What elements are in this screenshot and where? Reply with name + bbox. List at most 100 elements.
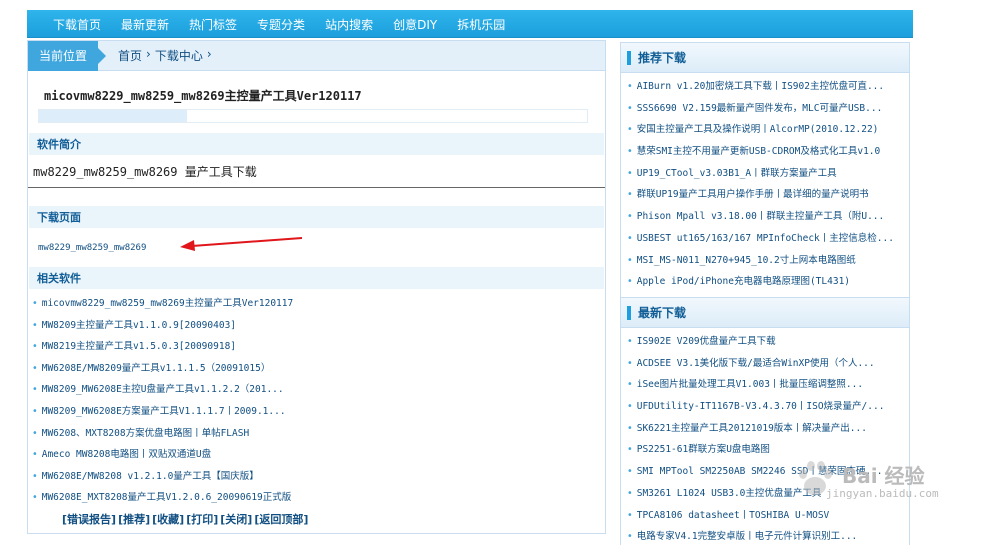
- list-item[interactable]: • micovmw8229_mw8259_mw8269主控量产工具Ver12011…: [32, 293, 293, 315]
- list-item[interactable]: • MW8219主控量产工具v1.5.0.3[20090918]: [32, 336, 293, 358]
- error-report-link[interactable]: [错误报告]: [62, 511, 116, 527]
- bullet-icon: •: [627, 102, 633, 114]
- list-item[interactable]: • 群联UP19量产工具用户操作手册丨最详细的量产说明书: [627, 184, 909, 206]
- close-link[interactable]: [关闭]: [220, 511, 252, 527]
- list-item-label[interactable]: MW8219主控量产工具v1.5.0.3[20090918]: [42, 341, 236, 352]
- bullet-icon: •: [627, 232, 633, 244]
- list-item-label[interactable]: UFDUtility-IT1167B-V3.4.3.70丨ISO烧录量产/...: [637, 401, 885, 412]
- nav-item-download-home[interactable]: 下载首页: [53, 16, 101, 33]
- list-item[interactable]: • TPCA8106 datasheet丨TOSHIBA U-MOSV: [627, 505, 909, 527]
- breadcrumb-home-link[interactable]: 首页: [118, 47, 142, 64]
- list-item-label[interactable]: IS902E V209优盘量产工具下载: [637, 336, 776, 347]
- list-item[interactable]: • Apple iPod/iPhone充电器电路原理图(TL431): [627, 271, 909, 293]
- list-item-label[interactable]: MW6208E/MW8208 v1.2.1.0量产工具【国庆版】: [42, 471, 259, 482]
- nav-item-latest-updates[interactable]: 最新更新: [121, 16, 169, 33]
- list-item-label[interactable]: 群联UP19量产工具用户操作手册丨最详细的量产说明书: [637, 189, 869, 200]
- bullet-icon: •: [32, 405, 38, 417]
- list-item[interactable]: • iSee图片批量处理工具V1.003丨批量压缩调整照...: [627, 374, 909, 396]
- recommended-heading-bar: 推荐下载: [621, 43, 909, 73]
- list-item[interactable]: • SK6221主控量产工具20121019版本丨解决量产出...: [627, 418, 909, 440]
- list-item-label[interactable]: MW8209主控量产工具v1.1.0.9[20090403]: [42, 320, 236, 331]
- list-item-label[interactable]: AIBurn v1.20加密烧工具下载丨IS902主控优盘可直...: [637, 81, 884, 92]
- list-item-label[interactable]: MW6208E/MW8209量产工具v1.1.1.5（20091015）: [42, 363, 271, 374]
- bullet-icon: •: [627, 444, 633, 456]
- list-item[interactable]: • 电路专家V4.1完整安卓版丨电子元件计算识别工...: [627, 526, 909, 545]
- list-item[interactable]: • AIBurn v1.20加密烧工具下载丨IS902主控优盘可直...: [627, 76, 909, 98]
- list-item[interactable]: • MSI_MS-N011_N270+945_10.2寸上网本电路图纸: [627, 250, 909, 272]
- list-item-label[interactable]: TPCA8106 datasheet丨TOSHIBA U-MOSV: [637, 510, 830, 521]
- bullet-icon: •: [32, 427, 38, 439]
- list-item-label[interactable]: MW6208、MXT8208方案优盘电路图丨单帖FLASH: [42, 428, 249, 439]
- nav-item-topic-categories[interactable]: 专题分类: [257, 16, 305, 33]
- bullet-icon: •: [627, 124, 633, 136]
- bullet-icon: •: [627, 531, 633, 543]
- list-item[interactable]: • MW6208E/MW8209量产工具v1.1.1.5（20091015）: [32, 358, 293, 380]
- list-item[interactable]: • MW6208、MXT8208方案优盘电路图丨单帖FLASH: [32, 423, 293, 445]
- list-item-label[interactable]: Phison Mpall v3.18.00丨群联主控量产工具（附U...: [637, 211, 885, 222]
- bullet-icon: •: [627, 379, 633, 391]
- list-item-label[interactable]: MW6208E_MXT8208量产工具V1.2.0.6_20090619正式版: [42, 492, 292, 503]
- list-item[interactable]: • 慧荣SMI主控不用量产更新USB-CDROM及格式化工具v1.0: [627, 141, 909, 163]
- red-arrow-annotation: [180, 237, 303, 251]
- recommend-link[interactable]: [推荐]: [118, 511, 150, 527]
- latest-heading: 最新下载: [638, 306, 687, 320]
- list-item[interactable]: • MW6208E/MW8208 v1.2.1.0量产工具【国庆版】: [32, 466, 293, 488]
- list-item-label[interactable]: micovmw8229_mw8259_mw8269主控量产工具Ver120117: [42, 298, 293, 309]
- back-to-top-link[interactable]: [返回顶部]: [254, 511, 308, 527]
- bullet-icon: •: [627, 146, 633, 158]
- list-item-label[interactable]: MSI_MS-N011_N270+945_10.2寸上网本电路图纸: [637, 255, 856, 266]
- list-item[interactable]: • UFDUtility-IT1167B-V3.4.3.70丨ISO烧录量产/..…: [627, 396, 909, 418]
- list-item[interactable]: • MW8209_MW6208E方案量产工具V1.1.1.7丨2009.1...: [32, 401, 293, 423]
- list-item[interactable]: • MW8209主控量产工具v1.1.0.9[20090403]: [32, 315, 293, 337]
- list-item[interactable]: • UP19_CTool_v3.03B1_A丨群联方案量产工具: [627, 163, 909, 185]
- bullet-icon: •: [627, 81, 633, 92]
- top-nav-bar: 下载首页 最新更新 热门标签 专题分类 站内搜索 创意DIY 拆机乐园: [27, 10, 913, 38]
- breadcrumb-download-center-link[interactable]: 下载中心: [155, 47, 203, 64]
- list-item-label[interactable]: USBEST ut165/163/167 MPInfoCheck丨主控信息检..…: [637, 233, 894, 244]
- list-item[interactable]: • ACDSEE V3.1美化版下载/最适合WinXP使用（个人...: [627, 353, 909, 375]
- list-item[interactable]: • MW6208E_MXT8208量产工具V1.2.0.6_20090619正式版: [32, 487, 293, 509]
- heading-marker-icon: [627, 50, 631, 65]
- print-link[interactable]: [打印]: [186, 511, 218, 527]
- list-item-label[interactable]: iSee图片批量处理工具V1.003丨批量压缩调整照...: [637, 379, 863, 390]
- nav-item-hot-tags[interactable]: 热门标签: [189, 16, 237, 33]
- bullet-icon: •: [627, 189, 633, 201]
- list-item[interactable]: • MW8209_MW6208E主控U盘量产工具v1.1.2.2（201...: [32, 379, 293, 401]
- list-item[interactable]: • 安国主控量产工具及操作说明丨AlcorMP(2010.12.22): [627, 119, 909, 141]
- list-item[interactable]: • Phison Mpall v3.18.00丨群联主控量产工具（附U...: [627, 206, 909, 228]
- latest-list: • IS902E V209优盘量产工具下载 • ACDSEE V3.1美化版下载/最…: [621, 328, 909, 545]
- nav-item-creative-diy[interactable]: 创意DIY: [393, 16, 437, 33]
- nav-item-teardown[interactable]: 拆机乐园: [457, 16, 505, 33]
- bullet-icon: •: [627, 336, 633, 347]
- list-item-label[interactable]: MW8209_MW6208E主控U盘量产工具v1.1.2.2（201...: [42, 384, 284, 395]
- favorite-link[interactable]: [收藏]: [152, 511, 184, 527]
- list-item-label[interactable]: 电路专家V4.1完整安卓版丨电子元件计算识别工...: [637, 531, 858, 542]
- bullet-icon: •: [627, 422, 633, 434]
- bullet-icon: •: [32, 470, 38, 482]
- breadcrumb-bar: 当前位置 首页 › 下载中心 ›: [28, 40, 605, 71]
- location-label: 当前位置: [28, 40, 106, 71]
- list-item[interactable]: • IS902E V209优盘量产工具下载: [627, 331, 909, 353]
- list-item[interactable]: • USBEST ut165/163/167 MPInfoCheck丨主控信息检.…: [627, 228, 909, 250]
- download-link[interactable]: mw8229_mw8259_mw8269: [38, 243, 146, 253]
- list-item-label[interactable]: SK6221主控量产工具20121019版本丨解决量产出...: [637, 423, 867, 434]
- list-item-label[interactable]: 安国主控量产工具及操作说明丨AlcorMP(2010.12.22): [637, 124, 879, 135]
- rating-bar: [38, 109, 588, 123]
- list-item[interactable]: • PS2251-61群联方案U盘电路图: [627, 439, 909, 461]
- list-item[interactable]: • SSS6690 V2.159最新量产固件发布，MLC可量产USB...: [627, 98, 909, 120]
- list-item-label[interactable]: MW8209_MW6208E方案量产工具V1.1.1.7丨2009.1...: [42, 406, 286, 417]
- list-item-label[interactable]: ACDSEE V3.1美化版下载/最适合WinXP使用（个人...: [637, 358, 875, 369]
- breadcrumb: 首页 › 下载中心 ›: [118, 47, 212, 64]
- bullet-icon: •: [627, 167, 633, 179]
- list-item-label[interactable]: SSS6690 V2.159最新量产固件发布，MLC可量产USB...: [637, 103, 883, 114]
- rating-bar-fill: [39, 110, 187, 122]
- download-heading: 下载页面: [29, 206, 604, 228]
- nav-list: 下载首页 最新更新 热门标签 专题分类 站内搜索 创意DIY 拆机乐园: [27, 10, 913, 38]
- list-item-label[interactable]: PS2251-61群联方案U盘电路图: [637, 444, 770, 455]
- list-item[interactable]: • Ameco MW8208电路图丨双贴双通道U盘: [32, 444, 293, 466]
- list-item-label[interactable]: UP19_CTool_v3.03B1_A丨群联方案量产工具: [637, 168, 837, 179]
- list-item-label[interactable]: Ameco MW8208电路图丨双贴双通道U盘: [42, 449, 211, 460]
- nav-item-site-search[interactable]: 站内搜索: [325, 16, 373, 33]
- list-item-label[interactable]: Apple iPod/iPhone充电器电路原理图(TL431): [637, 276, 850, 287]
- list-item-label[interactable]: 慧荣SMI主控不用量产更新USB-CDROM及格式化工具v1.0: [637, 146, 881, 157]
